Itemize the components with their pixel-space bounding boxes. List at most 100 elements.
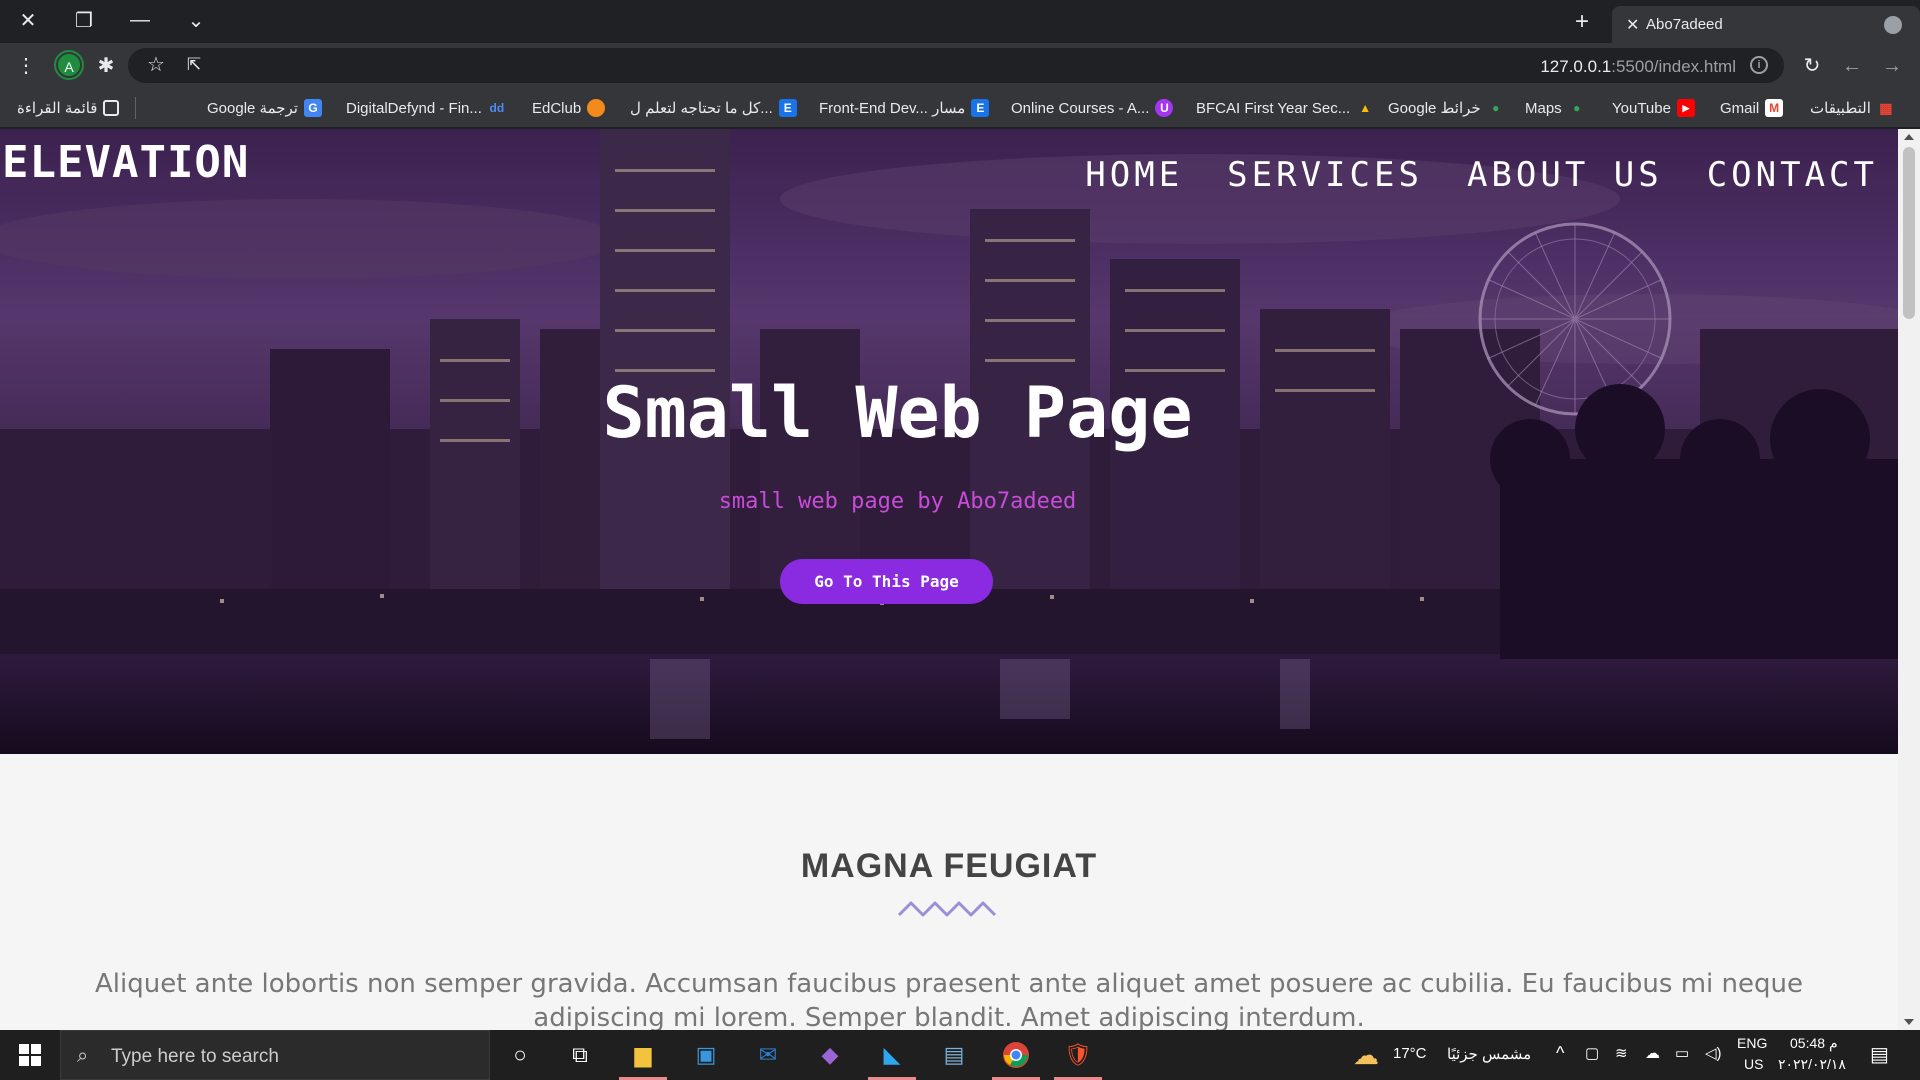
site-logo[interactable]: ELEVATION	[2, 137, 249, 188]
url-text[interactable]: 127.0.0.1:5500/index.html	[1540, 57, 1736, 77]
bookmark-bfcai[interactable]: BFCAI First Year Sec... ▲	[1196, 98, 1374, 118]
bookmark-apps[interactable]: التطبيقات ▦	[1810, 98, 1895, 118]
profile-avatar[interactable]: A	[56, 52, 82, 78]
weather-icon[interactable]: ☁	[1348, 1038, 1384, 1072]
restore-window-button[interactable]: ❐	[56, 0, 112, 40]
weather-text[interactable]: مشمس جزئيًا	[1447, 1045, 1531, 1063]
taskbar-search[interactable]: ⌕ Type here to search	[60, 1030, 490, 1080]
dd-icon: dd	[489, 101, 505, 115]
url-host: 127.0.0.1	[1540, 57, 1612, 76]
bookmark-label: Maps	[1525, 99, 1562, 117]
cortana-icon[interactable]: ○	[502, 1038, 538, 1072]
drive-icon: ▲	[1359, 101, 1372, 115]
scrollbar-thumb[interactable]	[1903, 147, 1915, 319]
battery-icon[interactable]: ▭	[1675, 1044, 1689, 1062]
bookmark-label: Online Courses - A...	[1011, 99, 1150, 117]
wave-divider-icon	[897, 901, 997, 917]
wifi-icon[interactable]: ≋	[1615, 1044, 1628, 1062]
minimize-window-button[interactable]: —	[112, 0, 168, 40]
hero-subtitle: small web page by Abo7adeed	[718, 489, 1077, 514]
camera-tray-icon[interactable]: ▢	[1585, 1044, 1599, 1062]
apps-grid-icon: ▦	[1879, 99, 1893, 116]
remote-app-icon[interactable]: ▤	[936, 1038, 972, 1072]
maps-icon: ●	[1492, 101, 1500, 115]
nav-home[interactable]: HOME	[1085, 155, 1183, 195]
windows-taskbar: ⌕ Type here to search ○ ⧉ ▆ ▣ ✉ ◆ ◣ ▤ 🛡 …	[0, 1030, 1920, 1080]
nav-about-us[interactable]: ABOUT US	[1467, 155, 1663, 195]
reading-list-button[interactable]: قائمة القراءة	[17, 98, 120, 118]
new-tab-button[interactable]: +	[1568, 8, 1596, 36]
address-bar[interactable]: ☆ ⇱ 127.0.0.1:5500/index.html i	[128, 48, 1784, 83]
reload-icon[interactable]: ↻	[1798, 52, 1826, 80]
nav-services[interactable]: SERVICES	[1227, 155, 1423, 195]
mail-icon[interactable]: ✉	[750, 1038, 786, 1072]
bookmark-label: BFCAI First Year Sec...	[1196, 99, 1351, 117]
tab-search-button[interactable]: ⌄	[168, 0, 224, 40]
share-icon[interactable]: ⇱	[180, 51, 208, 79]
bookmark-arabic-course[interactable]: كل ما تحتاجه لتعلم ل... E	[630, 98, 797, 118]
site-info-icon[interactable]: i	[1750, 56, 1768, 74]
bookmark-frontend-dev[interactable]: Front-End Dev... مسار E	[819, 98, 990, 118]
browser-tab[interactable]: ✕ Abo7adeed	[1612, 6, 1920, 43]
visual-studio-icon[interactable]: ◆	[812, 1038, 848, 1072]
back-arrow-icon[interactable]: ←	[1838, 52, 1866, 80]
bookmark-gmail[interactable]: Gmail M	[1720, 98, 1784, 118]
reading-list-icon	[103, 100, 120, 116]
onedrive-icon[interactable]: ☁	[1645, 1044, 1660, 1062]
menu-kebab-icon[interactable]: ⋮	[12, 52, 40, 80]
section-paragraph: Aliquet ante lobortis non semper gravida…	[94, 969, 1803, 1030]
volume-icon[interactable]: ◁)	[1705, 1044, 1722, 1062]
hero-title: Small Web Page	[602, 372, 1193, 454]
bookmark-online-courses[interactable]: Online Courses - A... U	[1011, 98, 1174, 118]
go-to-page-button[interactable]: Go To This Page	[780, 559, 993, 604]
file-explorer-icon[interactable]: ▆	[619, 1038, 667, 1080]
start-button[interactable]	[0, 1030, 60, 1080]
forward-arrow-icon[interactable]: →	[1878, 52, 1906, 80]
title-bar: ✕ ❐ — ⌄ + ✕ Abo7adeed	[0, 0, 1920, 43]
brave-icon[interactable]: 🛡	[1054, 1038, 1102, 1080]
bookmark-google-translate[interactable]: Google ترجمة G	[207, 98, 322, 118]
bookmark-digitaldefynd[interactable]: DigitalDefynd - Fin... dd	[346, 98, 506, 118]
language-region[interactable]: US	[1744, 1056, 1763, 1072]
edclub-icon	[587, 99, 606, 117]
page-viewport: ELEVATION HOME SERVICES ABOUT US CONTACT…	[0, 129, 1898, 1030]
gmail-icon: M	[1765, 99, 1784, 117]
e-icon: E	[971, 99, 990, 117]
bookmark-star-icon[interactable]: ☆	[142, 51, 170, 79]
search-placeholder: Type here to search	[111, 1046, 279, 1067]
tab-close-icon[interactable]: ✕	[1626, 15, 1639, 35]
youtube-icon: ▶	[1676, 99, 1695, 117]
store-icon[interactable]: ▣	[688, 1038, 724, 1072]
udemy-icon: U	[1155, 99, 1174, 117]
clock-date[interactable]: ٢٠٢٢/٠٢/١٨	[1778, 1056, 1846, 1073]
bookmark-edclub[interactable]: EdClub	[532, 98, 606, 118]
bookmark-label: Google خرائط	[1388, 100, 1481, 117]
page-scrollbar[interactable]	[1898, 129, 1920, 1030]
tray-chevron-icon[interactable]: ^	[1556, 1043, 1564, 1064]
browser-toolbar: ⋮ A ✱ ☆ ⇱ 127.0.0.1:5500/index.html i ↻ …	[0, 43, 1920, 88]
close-window-button[interactable]: ✕	[0, 0, 56, 40]
bookmark-label: كل ما تحتاجه لتعلم ل...	[630, 100, 773, 117]
e-icon: E	[778, 99, 797, 117]
bookmark-google-maps-ar[interactable]: Google خرائط ●	[1388, 98, 1505, 118]
tab-title: Abo7adeed	[1646, 16, 1723, 33]
hero-section: ELEVATION HOME SERVICES ABOUT US CONTACT…	[0, 129, 1898, 754]
task-view-icon[interactable]: ⧉	[562, 1038, 598, 1072]
language-code[interactable]: ENG	[1737, 1035, 1767, 1051]
clock-time[interactable]: 05:48 م	[1790, 1035, 1838, 1052]
vscode-icon[interactable]: ◣	[868, 1038, 916, 1080]
bookmarks-divider	[135, 97, 136, 119]
chrome-icon[interactable]	[992, 1038, 1040, 1080]
maps-icon: ●	[1573, 101, 1581, 115]
bookmark-label: التطبيقات	[1810, 100, 1871, 117]
scroll-down-arrow-icon[interactable]	[1904, 1019, 1914, 1025]
extensions-puzzle-icon[interactable]: ✱	[92, 52, 120, 80]
notifications-icon[interactable]: ▤	[1870, 1042, 1889, 1067]
bookmark-youtube[interactable]: YouTube ▶	[1612, 98, 1695, 118]
nav-contact[interactable]: CONTACT	[1707, 155, 1878, 195]
bookmark-maps[interactable]: Maps ●	[1525, 98, 1586, 118]
globe-icon	[1884, 16, 1902, 34]
scroll-up-arrow-icon[interactable]	[1904, 134, 1914, 140]
search-icon: ⌕	[77, 1045, 89, 1067]
weather-temp[interactable]: 17°C	[1393, 1045, 1427, 1062]
